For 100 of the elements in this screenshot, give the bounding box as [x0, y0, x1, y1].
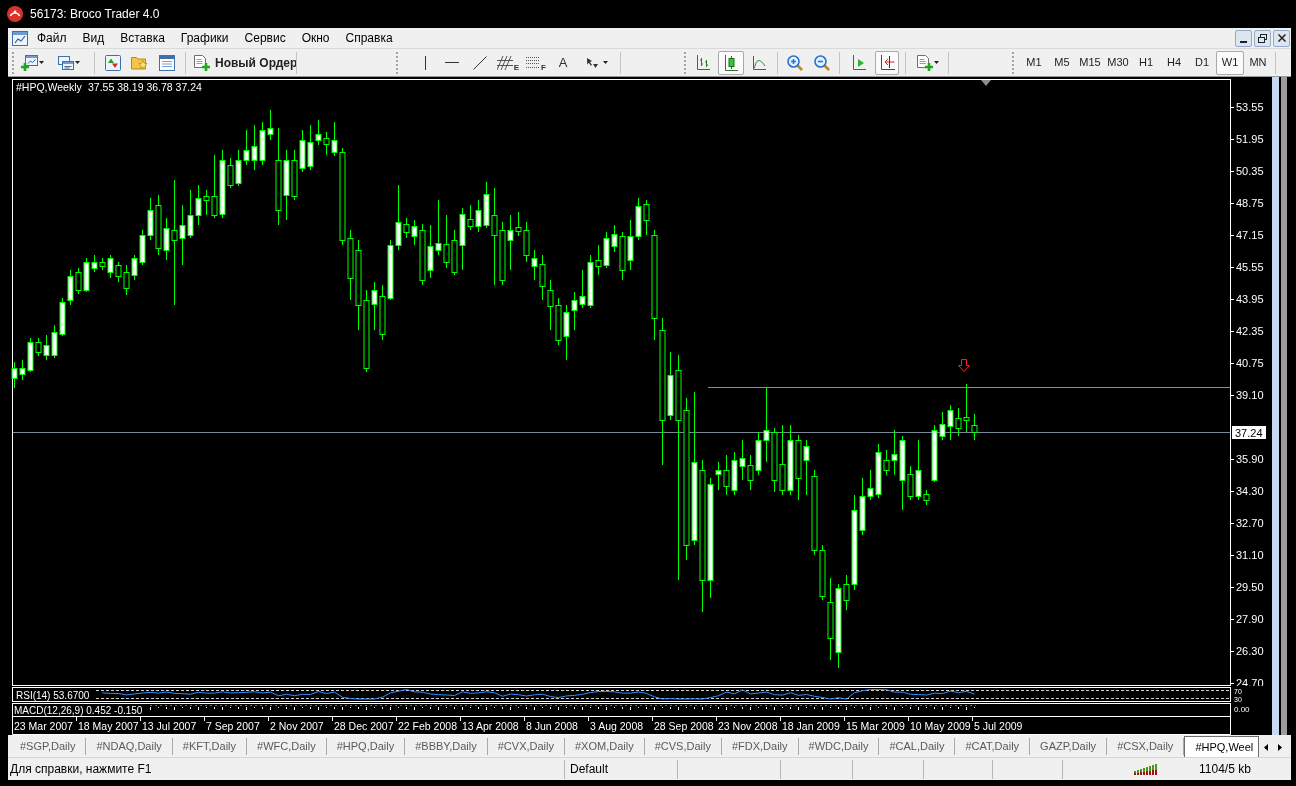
time-axis-label: 15 Mar 2009 — [846, 720, 905, 732]
ohlc-values: 37.55 38.19 36.78 37.24 — [88, 81, 202, 93]
indicator-label: MACD(12,26,9) 0.452 -0.150 — [14, 705, 143, 716]
current-price-label: 37.24 — [1232, 426, 1266, 439]
caret-icon — [75, 61, 80, 64]
time-axis-label: 18 Jan 2009 — [782, 720, 840, 732]
tab[interactable]: #FDX,Daily — [721, 738, 799, 755]
menu-item[interactable]: Окно — [293, 28, 338, 48]
up-down-arrows-icon — [105, 54, 121, 71]
document-plus-icon — [915, 54, 933, 71]
time-axis-label: 2 Nov 2007 — [270, 720, 324, 732]
menu-item[interactable]: Справка — [337, 28, 401, 48]
windows-icon — [58, 55, 74, 70]
timeframe-button[interactable]: M1 — [1020, 50, 1048, 75]
price-axis-label: 53.55 — [1236, 101, 1264, 113]
price-axis-label: 51.95 — [1236, 133, 1264, 145]
price-axis-label: 31.10 — [1236, 549, 1264, 561]
chart-symbol-label: #HPQ,Weekly — [16, 81, 82, 93]
triangle-marker-icon — [981, 80, 991, 86]
time-axis-label: 13 Apr 2008 — [462, 720, 519, 732]
timeframe-button[interactable]: D1 — [1188, 50, 1216, 75]
candlestick-button[interactable] — [718, 50, 744, 75]
zoom-out-icon — [814, 54, 830, 71]
caret-icon — [603, 61, 608, 64]
traffic-counter: 1104/5 kb — [1199, 761, 1251, 778]
tab[interactable]: #BBBY,Daily — [405, 738, 488, 755]
time-axis-label: 8 Jun 2008 — [526, 720, 578, 732]
tab[interactable]: #WDC,Daily — [798, 738, 880, 755]
folder-star-icon — [130, 55, 148, 70]
tab[interactable]: GAZP,Daily — [1030, 738, 1108, 755]
minimize-button[interactable] — [1235, 29, 1252, 47]
horizontal-line-icon — [445, 61, 459, 64]
timeframe-button[interactable]: H4 — [1160, 50, 1188, 75]
diagonal-line-icon — [473, 55, 487, 70]
time-axis-label: 22 Feb 2008 — [398, 720, 457, 732]
price-axis-label: 29.50 — [1236, 581, 1264, 593]
tab[interactable]: #HPQ,Weel — [1184, 736, 1259, 757]
chart-shift-button[interactable] — [875, 50, 899, 75]
tab[interactable]: #SGP,Daily — [10, 738, 87, 755]
tab[interactable]: #XOM,Daily — [565, 738, 645, 755]
arrows-icon — [586, 56, 598, 69]
tab[interactable]: #NDAQ,Daily — [86, 738, 173, 755]
menu-item[interactable]: Вид — [74, 28, 113, 48]
price-axis-label: 48.75 — [1236, 197, 1264, 209]
price-axis-label: 45.55 — [1236, 261, 1264, 273]
time-axis-label: 28 Sep 2008 — [654, 720, 714, 732]
signal-bars-icon — [1134, 763, 1158, 775]
hatched-lines-icon — [496, 55, 513, 70]
timeframe-button[interactable]: M15 — [1076, 50, 1104, 75]
time-axis-label: 5 Jul 2009 — [974, 720, 1023, 732]
menu-item[interactable]: Вставка — [112, 28, 173, 48]
profile-name: Default — [570, 761, 609, 778]
close-icon — [1277, 34, 1286, 42]
timeframe-button[interactable]: H1 — [1132, 50, 1160, 75]
price-axis-label: 34.30 — [1236, 485, 1264, 497]
price-axis-label: 47.15 — [1236, 229, 1264, 241]
down-arrow-icon — [958, 359, 970, 372]
minimize-icon — [1240, 40, 1247, 43]
indicator-scale-label: 0.00 — [1234, 705, 1250, 714]
timeframe-button[interactable]: M5 — [1048, 50, 1076, 75]
timeframe-button[interactable]: MN — [1244, 50, 1272, 75]
dotted-lines-icon — [526, 57, 541, 68]
time-axis-label: 7 Sep 2007 — [206, 720, 260, 732]
list-window-icon — [159, 54, 175, 71]
timeframe-button[interactable]: W1 — [1216, 50, 1244, 75]
fibo-button[interactable]: F — [524, 50, 548, 75]
tab[interactable]: #CVX,Daily — [487, 738, 565, 755]
tab[interactable]: #CAT,Daily — [955, 738, 1031, 755]
text-tool-button[interactable]: A — [551, 50, 575, 75]
bar-chart-icon — [696, 55, 710, 70]
fibo-channel-button[interactable]: E — [496, 50, 520, 75]
axes-play-icon — [852, 55, 866, 70]
logo-icon — [7, 6, 23, 22]
time-axis-label: 3 Aug 2008 — [590, 720, 644, 732]
window-title: 56173: Broco Trader 4.0 — [30, 6, 160, 23]
menu-item[interactable]: Графики — [172, 28, 237, 48]
tab[interactable]: #CAL,Daily — [879, 738, 956, 755]
time-axis-label: 13 Jul 2007 — [142, 720, 197, 732]
close-button[interactable] — [1273, 29, 1290, 47]
tab[interactable]: #HPQ,Daily — [326, 738, 406, 755]
menu-item[interactable]: Сервис — [236, 28, 294, 48]
caret-icon — [933, 61, 939, 64]
timeframe-button[interactable]: M30 — [1104, 50, 1132, 75]
new-order-button[interactable]: Новый Ордер — [189, 50, 295, 75]
price-axis-label: 43.95 — [1236, 293, 1264, 305]
price-axis-label: 50.35 — [1236, 165, 1264, 177]
restore-button[interactable] — [1254, 29, 1271, 47]
time-axis-label: 18 May 2007 — [78, 720, 139, 732]
price-axis-label: 32.70 — [1236, 517, 1264, 529]
price-axis-label: 26.30 — [1236, 645, 1264, 657]
left-triangle-icon — [1264, 743, 1268, 751]
time-axis-label: 23 Mar 2007 — [14, 720, 73, 732]
tab[interactable]: #KFT,Daily — [172, 738, 248, 755]
axes-arrow-icon — [879, 55, 895, 70]
price-axis-label: 40.75 — [1236, 357, 1264, 369]
tab[interactable]: #CVS,Daily — [644, 738, 722, 755]
tab[interactable]: #WFC,Daily — [247, 738, 327, 755]
caret-icon — [38, 61, 44, 64]
menu-item[interactable]: Файл — [29, 28, 75, 48]
time-axis-label: 23 Nov 2008 — [718, 720, 778, 732]
